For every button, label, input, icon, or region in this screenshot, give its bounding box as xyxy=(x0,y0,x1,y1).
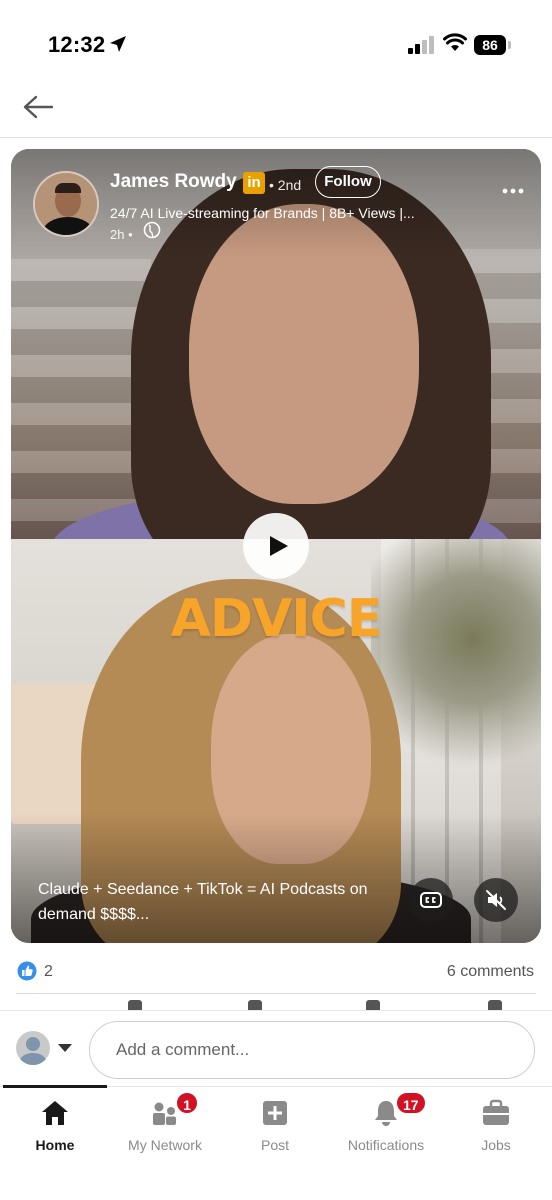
volume-muted-icon xyxy=(486,890,506,910)
user-avatar[interactable] xyxy=(16,1031,50,1065)
briefcase-icon xyxy=(483,1099,509,1125)
comment-bar: Add a comment... xyxy=(0,1010,552,1086)
linkedin-badge-icon: in xyxy=(243,172,265,194)
nav-label-home: Home xyxy=(35,1137,75,1153)
comment-input[interactable]: Add a comment... xyxy=(89,1021,535,1079)
status-time: 12:32 xyxy=(48,32,106,57)
post-time: 2h • xyxy=(110,227,133,242)
video-player[interactable]: ADVICE James Rowdy in • 2nd Follow 24/7 … xyxy=(11,149,541,943)
nav-item-notifications[interactable]: 17 Notifications xyxy=(331,1087,441,1167)
nav-item-post[interactable]: Post xyxy=(220,1087,330,1167)
wifi-icon xyxy=(443,33,467,51)
status-bar: 12:32 86 xyxy=(0,0,552,90)
nav-item-home[interactable]: Home xyxy=(0,1087,110,1167)
like-reaction-icon[interactable] xyxy=(17,961,37,981)
follow-button[interactable]: Follow xyxy=(315,166,381,198)
network-badge: 1 xyxy=(175,1091,199,1115)
nav-label-jobs: Jobs xyxy=(481,1137,511,1153)
video-caption[interactable]: Claude + Seedance + TikTok = AI Podcasts… xyxy=(38,877,398,927)
author-headline: 24/7 AI Live-streaming for Brands | 8B+ … xyxy=(110,205,415,221)
battery-level: 86 xyxy=(474,35,506,55)
connection-degree: • 2nd xyxy=(269,177,302,193)
arrow-left-icon[interactable] xyxy=(22,94,54,120)
background-windows xyxy=(11,259,151,539)
comments-count[interactable]: 6 comments xyxy=(447,963,534,981)
more-options-icon[interactable] xyxy=(501,187,525,195)
location-arrow-icon xyxy=(110,36,126,52)
battery-cap xyxy=(508,41,511,49)
nav-item-my-network[interactable]: 1 My Network xyxy=(110,1087,220,1167)
globe-icon xyxy=(143,221,161,239)
chevron-down-icon[interactable] xyxy=(58,1044,72,1052)
reaction-count[interactable]: 2 xyxy=(44,963,53,981)
battery-indicator: 86 xyxy=(474,35,512,55)
nav-label-post: Post xyxy=(260,1137,289,1153)
author-name[interactable]: James Rowdy xyxy=(110,171,237,193)
nav-item-jobs[interactable]: Jobs xyxy=(441,1087,551,1167)
cellular-signal-icon xyxy=(408,36,434,54)
post-icon xyxy=(263,1101,287,1125)
author-avatar[interactable] xyxy=(33,171,99,237)
nav-label-notifications: Notifications xyxy=(347,1137,425,1153)
action-bar-peek xyxy=(0,996,552,1010)
closed-captions-icon xyxy=(420,892,442,908)
header xyxy=(0,78,552,138)
play-button[interactable] xyxy=(243,513,309,579)
mute-button[interactable] xyxy=(474,878,518,922)
home-icon xyxy=(42,1101,68,1125)
captions-button[interactable] xyxy=(409,878,453,922)
video-overlay-text: ADVICE xyxy=(170,589,383,649)
nav-label-my-network: My Network xyxy=(128,1137,202,1153)
bottom-nav: Home 1 My Network Post 17 Notifications xyxy=(0,1085,552,1200)
divider xyxy=(16,993,536,994)
play-icon xyxy=(270,536,288,556)
notifications-badge: 17 xyxy=(395,1091,427,1115)
